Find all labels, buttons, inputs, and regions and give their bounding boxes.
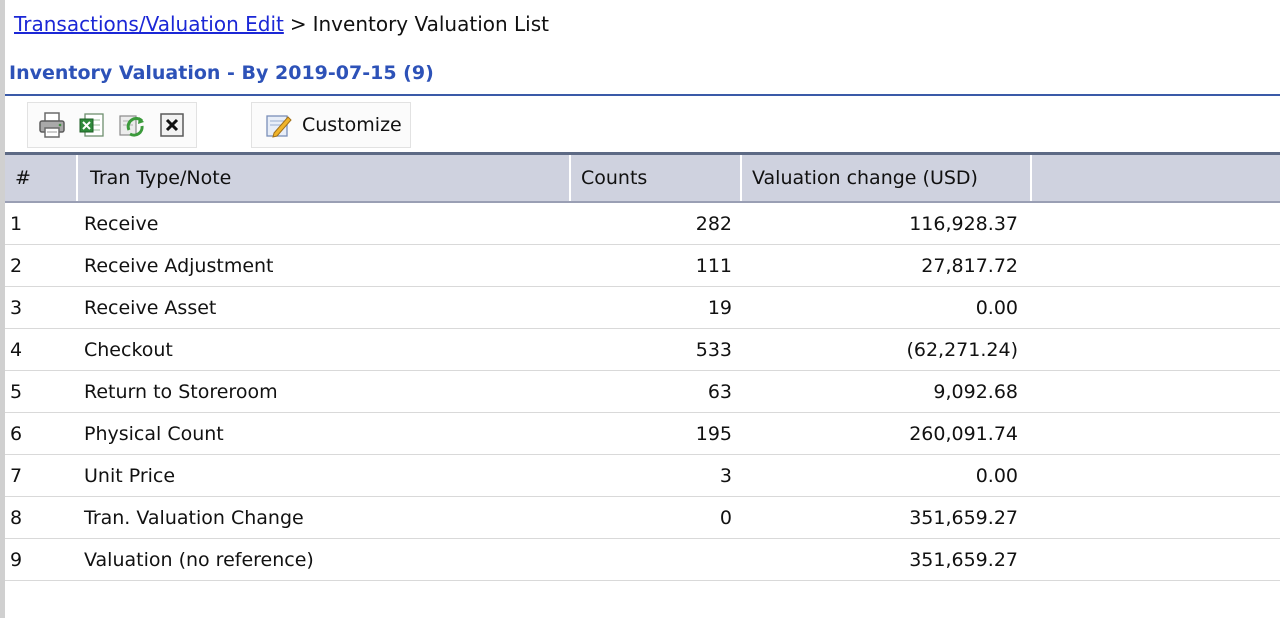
valuation-table: # Tran Type/Note Counts Valuation change… — [5, 152, 1280, 581]
row-tran-type: Checkout — [84, 338, 173, 361]
column-header-counts[interactable]: Counts — [571, 155, 742, 201]
column-header-filler — [1032, 155, 1280, 201]
print-button[interactable] — [34, 107, 70, 143]
row-count: 111 — [695, 254, 732, 277]
row-valuation-change: 27,817.72 — [921, 254, 1018, 277]
row-number: 3 — [10, 296, 23, 319]
customize-icon-wrap — [260, 107, 296, 143]
column-header-number[interactable]: # — [5, 155, 78, 201]
toolbar: Customize — [27, 102, 411, 148]
page-title: Inventory Valuation - By 2019-07-15 (9) — [9, 62, 434, 84]
export-excel-button[interactable] — [74, 107, 110, 143]
row-tran-type: Receive Asset — [84, 296, 217, 319]
row-tran-type: Tran. Valuation Change — [84, 506, 304, 529]
breadcrumb-separator: > — [289, 12, 307, 36]
row-tran-type: Unit Price — [84, 464, 176, 487]
row-valuation-change: (62,271.24) — [906, 338, 1018, 361]
table-header: # Tran Type/Note Counts Valuation change… — [5, 155, 1280, 203]
table-row[interactable]: 7 Unit Price 3 0.00 — [5, 455, 1280, 497]
table-row[interactable]: 4 Checkout 533 (62,271.24) — [5, 329, 1280, 371]
row-tran-type: Valuation (no reference) — [84, 548, 314, 571]
row-number: 8 — [10, 506, 23, 529]
row-number: 5 — [10, 380, 23, 403]
row-valuation-change: 0.00 — [975, 464, 1018, 487]
table-row[interactable]: 6 Physical Count 195 260,091.74 — [5, 413, 1280, 455]
table-row[interactable]: 5 Return to Storeroom 63 9,092.68 — [5, 371, 1280, 413]
row-count: 63 — [707, 380, 732, 403]
breadcrumb-current: Inventory Valuation List — [312, 12, 549, 36]
row-valuation-change: 116,928.37 — [909, 212, 1018, 235]
row-count: 533 — [695, 338, 732, 361]
table-row[interactable]: 2 Receive Adjustment 111 27,817.72 — [5, 245, 1280, 287]
close-icon — [160, 113, 184, 137]
row-valuation-change: 351,659.27 — [909, 548, 1018, 571]
row-number: 9 — [10, 548, 23, 571]
customize-icon — [266, 115, 292, 138]
row-number: 6 — [10, 422, 23, 445]
refresh-button[interactable] — [114, 107, 150, 143]
customize-label: Customize — [302, 114, 402, 136]
breadcrumb-link-transactions[interactable]: Transactions/Valuation Edit — [14, 12, 284, 36]
row-count: 19 — [707, 296, 732, 319]
row-number: 1 — [10, 212, 23, 235]
table-row[interactable]: 9 Valuation (no reference) 351,659.27 — [5, 539, 1280, 581]
print-icon — [39, 112, 65, 138]
row-tran-type: Receive Adjustment — [84, 254, 274, 277]
row-number: 7 — [10, 464, 23, 487]
row-valuation-change: 0.00 — [975, 296, 1018, 319]
row-count: 0 — [719, 506, 732, 529]
row-number: 2 — [10, 254, 23, 277]
row-tran-type: Return to Storeroom — [84, 380, 278, 403]
row-valuation-change: 9,092.68 — [933, 380, 1018, 403]
breadcrumb: Transactions/Valuation Edit > Inventory Va… — [14, 10, 549, 38]
row-valuation-change: 351,659.27 — [909, 506, 1018, 529]
row-count: 282 — [695, 212, 732, 235]
table-row[interactable]: 8 Tran. Valuation Change 0 351,659.27 — [5, 497, 1280, 539]
toolbar-icon-group — [27, 102, 197, 148]
row-count: 195 — [695, 422, 732, 445]
row-valuation-change: 260,091.74 — [909, 422, 1018, 445]
close-button[interactable] — [154, 107, 190, 143]
customize-button[interactable]: Customize — [251, 102, 411, 148]
column-header-tran-type[interactable]: Tran Type/Note — [78, 155, 571, 201]
row-tran-type: Receive — [84, 212, 159, 235]
column-header-valuation-change[interactable]: Valuation change (USD) — [742, 155, 1032, 201]
title-bar: Inventory Valuation - By 2019-07-15 (9) — [5, 56, 1280, 96]
table-row[interactable]: 1 Receive 282 116,928.37 — [5, 203, 1280, 245]
export-excel-icon — [79, 113, 104, 137]
row-count: 3 — [719, 464, 732, 487]
table-row[interactable]: 3 Receive Asset 19 0.00 — [5, 287, 1280, 329]
row-tran-type: Physical Count — [84, 422, 224, 445]
page: Transactions/Valuation Edit > Inventory Va… — [0, 0, 1280, 618]
row-number: 4 — [10, 338, 23, 361]
refresh-icon — [119, 115, 144, 137]
